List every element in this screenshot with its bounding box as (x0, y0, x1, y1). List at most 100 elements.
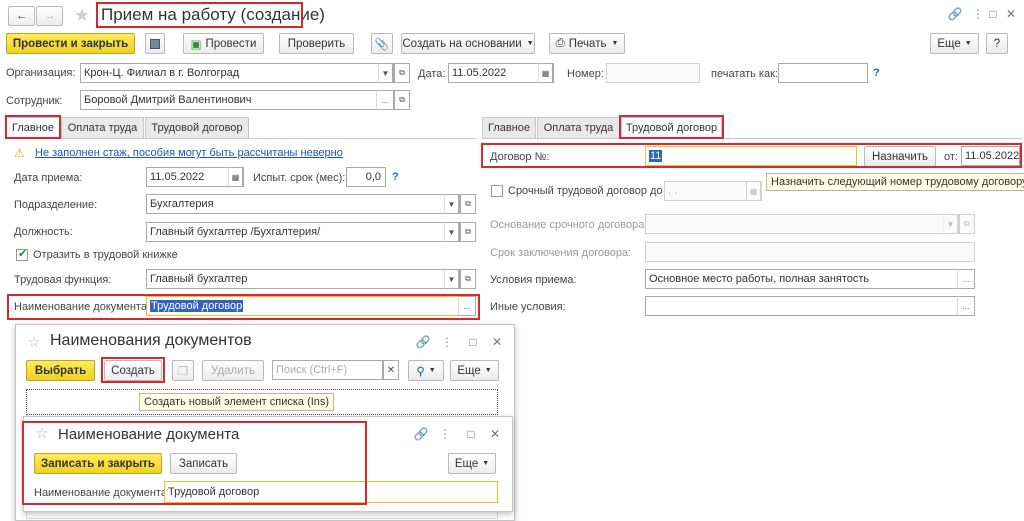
conditions-select-button[interactable]: ... (957, 269, 975, 289)
more-menu-icon[interactable]: ⋮ (439, 426, 451, 442)
employee-open-button[interactable]: ⧉ (394, 90, 410, 110)
tab-main[interactable]: Главное (6, 117, 60, 138)
open-icon: ⧉ (399, 95, 405, 104)
item-more-button[interactable]: Еще ▼ (448, 453, 496, 474)
star-outline-icon[interactable]: ☆ (26, 333, 42, 351)
save-button[interactable] (145, 33, 165, 54)
calendar-icon: ▦ (541, 68, 550, 78)
select-button[interactable]: Выбрать (26, 360, 95, 381)
docname-select-button[interactable]: ... (458, 296, 476, 316)
attach-button[interactable]: 📎 (371, 33, 393, 54)
star-icon[interactable]: ★ (72, 4, 92, 26)
calendar-icon: ▦ (231, 172, 240, 182)
hire-date-calendar[interactable]: ▦ (228, 167, 243, 187)
number-field[interactable] (606, 63, 700, 83)
search-clear-button[interactable]: ✕ (383, 360, 399, 380)
position-open-button[interactable]: ⧉ (460, 222, 476, 242)
function-field[interactable]: Главный бухгалтер (146, 269, 460, 289)
arrow-right-icon: → (43, 10, 56, 22)
organization-field[interactable]: Крон-Ц. Филиал в г. Волгоград (80, 63, 394, 83)
document-name-dialog: ☆ Наименование документа 🔗 ⋮ □ ✕ Записат… (23, 416, 513, 512)
warning-link[interactable]: Не заполнен стаж, пособия могут быть рас… (35, 147, 343, 159)
link-icon[interactable]: 🔗 (416, 335, 431, 349)
maximize-icon[interactable]: □ (986, 6, 1000, 22)
close-icon[interactable]: ✕ (490, 334, 504, 350)
department-dropdown[interactable]: ▼ (444, 194, 459, 214)
warning-icon: ⚠ (14, 146, 25, 160)
post-and-close-button[interactable]: Провести и закрыть (6, 33, 135, 54)
item-name-label: Наименование документа: (34, 487, 171, 499)
contract-from-field[interactable]: 11.05.2022 (961, 146, 1020, 166)
tab-contract-right[interactable]: Трудовой договор (621, 117, 722, 138)
assign-number-button[interactable]: Назначить (864, 146, 936, 167)
more-menu-icon[interactable]: ⋮ (972, 6, 984, 22)
print-button[interactable]: ⎙ Печать ▼ (549, 33, 625, 54)
more-button[interactable]: Еще ▼ (930, 33, 979, 54)
create-based-on-button[interactable]: Создать на основании ▼ (401, 33, 535, 54)
workbook-checkbox[interactable]: ✔ (16, 248, 28, 261)
tab-main-right[interactable]: Главное (482, 117, 536, 138)
floppy-icon (150, 38, 160, 49)
forward-button[interactable]: → (36, 6, 63, 26)
delete-button[interactable]: Удалить (202, 360, 264, 381)
maximize-icon[interactable]: □ (464, 426, 478, 442)
create-tooltip: Создать новый элемент списка (Ins) (139, 393, 335, 411)
department-open-button[interactable]: ⧉ (460, 194, 476, 214)
employee-field[interactable]: Боровой Дмитрий Валентинович (80, 90, 394, 110)
star-outline-icon[interactable]: ☆ (34, 424, 50, 442)
tab-payment[interactable]: Оплата труда (61, 117, 144, 138)
print-as-field[interactable] (778, 63, 868, 83)
more-menu-icon[interactable]: ⋮ (441, 334, 453, 350)
open-icon: ⧉ (399, 68, 405, 77)
save-and-close-button[interactable]: Записать и закрыть (34, 453, 162, 474)
conclusion-field[interactable] (645, 242, 975, 262)
assign-tooltip: Назначить следующий номер трудовому дого… (766, 173, 1024, 191)
item-dialog-title: Наименование документа (58, 426, 240, 443)
maximize-icon[interactable]: □ (466, 334, 480, 350)
position-field[interactable]: Главный бухгалтер /Бухгалтерия/ (146, 222, 460, 242)
open-icon: ⧉ (465, 199, 471, 208)
basis-dropdown[interactable]: ▼ (943, 214, 958, 234)
basis-field[interactable] (645, 214, 959, 234)
dialog-title: Наименования документов (50, 332, 252, 349)
function-dropdown[interactable]: ▼ (444, 269, 459, 289)
basis-open-button[interactable]: ⧉ (959, 214, 975, 234)
back-button[interactable]: ← (8, 6, 35, 26)
tab-contract[interactable]: Трудовой договор (145, 117, 249, 138)
help-button[interactable]: ? (986, 33, 1008, 54)
post-button[interactable]: ▣ Провести (183, 33, 264, 54)
link-icon[interactable]: 🔗 (948, 7, 963, 21)
contract-number-field[interactable]: 11 (645, 146, 857, 166)
link-icon[interactable]: 🔗 (414, 427, 429, 441)
create-button[interactable]: Создать (104, 360, 162, 381)
probation-field[interactable]: 0,0 (346, 167, 386, 187)
probation-help[interactable]: ? (392, 171, 399, 183)
copy-button[interactable]: ❐ (172, 360, 194, 381)
function-open-button[interactable]: ⧉ (460, 269, 476, 289)
fixed-term-checkbox[interactable] (491, 185, 503, 197)
check-button[interactable]: Проверить (279, 33, 354, 54)
search-button[interactable]: ⚲ ▼ (408, 360, 444, 381)
contract-number-label: Договор №: (490, 151, 550, 163)
other-conditions-field[interactable] (645, 296, 975, 316)
list-more-button[interactable]: Еще ▼ (450, 360, 499, 381)
item-name-field[interactable]: Трудовой договор (164, 481, 498, 503)
tab-payment-right[interactable]: Оплата труда (537, 117, 620, 138)
employee-select-button[interactable]: ... (376, 90, 394, 110)
calendar-button[interactable]: ▦ (538, 63, 553, 83)
close-icon[interactable]: ✕ (488, 426, 502, 442)
calendar-icon: ▦ (749, 186, 758, 196)
conditions-field[interactable]: Основное место работы, полная занятость (645, 269, 975, 289)
print-as-label: печатать как: (711, 68, 778, 80)
position-dropdown[interactable]: ▼ (444, 222, 459, 242)
organization-open-button[interactable]: ⧉ (394, 63, 410, 83)
fixed-term-calendar[interactable]: ▦ (746, 181, 761, 201)
search-input[interactable]: Поиск (Ctrl+F) (272, 360, 383, 380)
close-icon[interactable]: ✕ (1004, 6, 1018, 22)
help-link[interactable]: ? (873, 67, 880, 79)
docname-field[interactable]: Трудовой договор (146, 296, 476, 316)
item-save-button[interactable]: Записать (170, 453, 237, 474)
other-conditions-select-button[interactable]: ... (957, 296, 975, 316)
organization-dropdown[interactable]: ▼ (378, 63, 393, 83)
department-field[interactable]: Бухгалтерия (146, 194, 460, 214)
